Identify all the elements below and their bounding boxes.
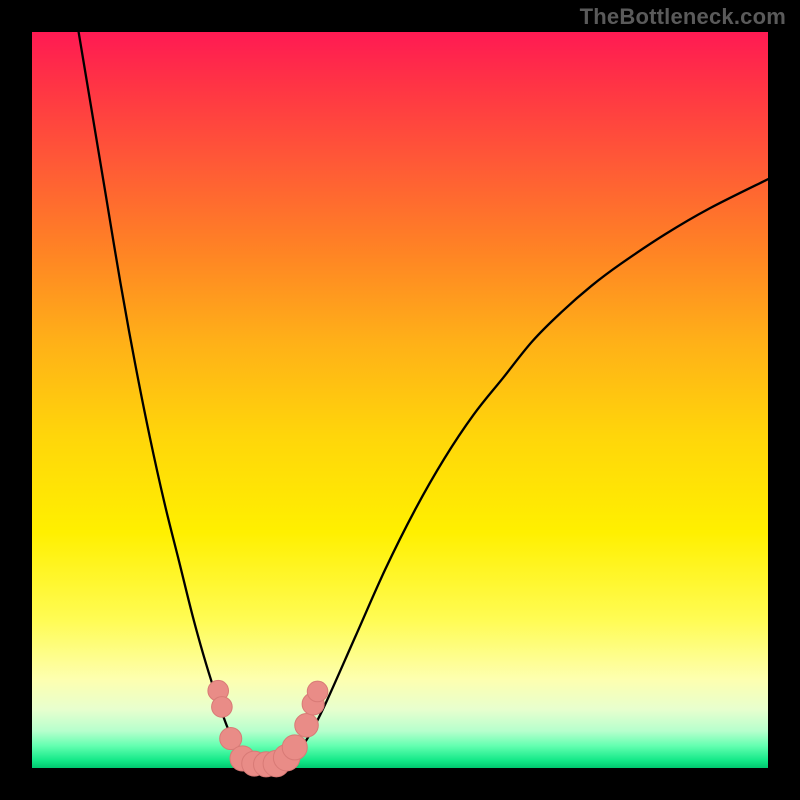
chart-frame: TheBottleneck.com [0,0,800,800]
chart-plot-area [32,32,768,768]
watermark-text: TheBottleneck.com [580,4,786,30]
